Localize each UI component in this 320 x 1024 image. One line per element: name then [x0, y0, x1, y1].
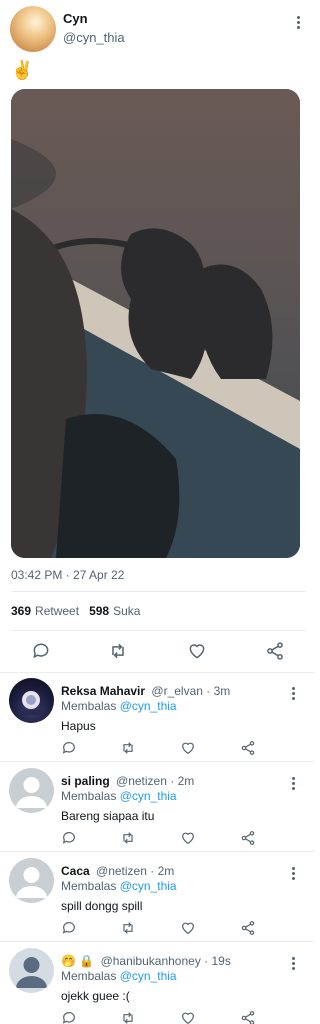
divider [0, 761, 315, 762]
reply-author-handle[interactable]: @hanibukanhoney [101, 954, 201, 968]
reply-author-name[interactable]: Reksa Mahavir [61, 684, 145, 698]
divider [0, 941, 315, 942]
author-avatar[interactable] [10, 6, 56, 52]
reply-text: spill dongg spill [61, 899, 143, 913]
reply-header: si paling @netizen · 2m [61, 774, 194, 788]
share-icon[interactable] [240, 740, 256, 756]
tweet-stats: 369 Retweet 598 Suka [11, 604, 140, 618]
reply-header: 🤭 🔒 @hanibukanhoney · 19s [61, 954, 231, 968]
author-name[interactable]: Cyn [63, 11, 88, 26]
reply-item[interactable]: 🤭 🔒 @hanibukanhoney · 19s Membalas @cyn_… [0, 948, 315, 1024]
tweet-text: ✌️ [11, 60, 34, 80]
reply-time: · 19s [204, 954, 231, 968]
like-icon[interactable] [180, 1010, 196, 1024]
retweet-icon[interactable] [120, 740, 136, 756]
tweet-timestamp: 03:42 PM · 27 Apr 22 [11, 568, 125, 582]
share-icon[interactable] [265, 641, 285, 661]
replying-prefix: Membalas [61, 969, 117, 983]
reply-time: · 3m [206, 684, 231, 698]
reply-author-name[interactable]: Caca [61, 864, 90, 878]
replying-prefix: Membalas [61, 879, 117, 893]
like-icon[interactable] [187, 641, 207, 661]
replying-prefix: Membalas [61, 699, 117, 713]
divider [11, 591, 306, 592]
reply-item[interactable]: Caca @netizen · 2m Membalas @cyn_thia sp… [0, 858, 315, 940]
reply-actions [0, 830, 315, 846]
like-label: Suka [113, 604, 141, 618]
retweet-count: 369 [11, 604, 32, 618]
reply-header: Reksa Mahavir @r_elvan · 3m [61, 684, 230, 698]
retweet-icon[interactable] [120, 920, 136, 936]
share-icon[interactable] [240, 920, 256, 936]
reply-icon[interactable] [61, 740, 77, 756]
replying-to: Membalas @cyn_thia [61, 789, 177, 803]
divider [11, 630, 306, 631]
reply-actions [0, 740, 315, 756]
reply-text: Bareng siapaa itu [61, 809, 155, 823]
tweet-photo[interactable] [11, 89, 300, 558]
reply-avatar[interactable] [9, 948, 54, 993]
like-icon[interactable] [180, 740, 196, 756]
tweet-header: Cyn @cyn_thia [10, 6, 305, 54]
like-icon[interactable] [180, 920, 196, 936]
replying-to-link[interactable]: @cyn_thia [120, 699, 177, 713]
more-options-icon[interactable] [286, 864, 300, 882]
reply-author-badges: 🤭 🔒 [61, 954, 95, 968]
reply-actions [0, 920, 315, 936]
reply-actions [0, 1010, 315, 1024]
reply-icon[interactable] [31, 641, 51, 661]
replying-prefix: Membalas [61, 789, 117, 803]
replying-to: Membalas @cyn_thia [61, 699, 177, 713]
reply-text: ojekk guee :( [61, 989, 130, 1003]
share-icon[interactable] [240, 830, 256, 846]
like-icon[interactable] [180, 830, 196, 846]
more-options-icon[interactable] [286, 684, 300, 702]
reply-avatar[interactable] [9, 858, 54, 903]
reply-author-handle[interactable]: @netizen [96, 864, 147, 878]
reply-icon[interactable] [61, 1010, 77, 1024]
more-options-icon[interactable] [286, 954, 300, 972]
retweet-stat[interactable]: 369 Retweet [11, 604, 79, 618]
replying-to: Membalas @cyn_thia [61, 969, 177, 983]
reply-avatar[interactable] [9, 768, 54, 813]
reply-time: · 2m [170, 774, 195, 788]
divider [0, 851, 315, 852]
reply-item[interactable]: si paling @netizen · 2m Membalas @cyn_th… [0, 768, 315, 850]
more-options-icon[interactable] [286, 774, 300, 792]
reply-author-name[interactable]: si paling [61, 774, 110, 788]
reply-time: · 2m [150, 864, 175, 878]
share-icon[interactable] [240, 1010, 256, 1024]
author-handle[interactable]: @cyn_thia [63, 30, 125, 45]
reply-author-handle[interactable]: @netizen [116, 774, 167, 788]
reply-item[interactable]: Reksa Mahavir @r_elvan · 3m Membalas @cy… [0, 678, 315, 760]
retweet-icon[interactable] [120, 1010, 136, 1024]
replying-to-link[interactable]: @cyn_thia [120, 789, 177, 803]
replying-to-link[interactable]: @cyn_thia [120, 879, 177, 893]
reply-text: Hapus [61, 719, 96, 733]
reply-header: Caca @netizen · 2m [61, 864, 174, 878]
reply-avatar[interactable] [9, 678, 54, 723]
retweet-icon[interactable] [120, 830, 136, 846]
tweet-actions [0, 641, 315, 663]
like-stat[interactable]: 598 Suka [89, 604, 140, 618]
more-options-icon[interactable] [291, 13, 305, 31]
retweet-icon[interactable] [108, 641, 128, 661]
reply-author-handle[interactable]: @r_elvan [151, 684, 203, 698]
reply-icon[interactable] [61, 920, 77, 936]
retweet-label: Retweet [35, 604, 80, 618]
reply-icon[interactable] [61, 830, 77, 846]
divider [0, 672, 315, 673]
replying-to-link[interactable]: @cyn_thia [120, 969, 177, 983]
like-count: 598 [89, 604, 110, 618]
replying-to: Membalas @cyn_thia [61, 879, 177, 893]
